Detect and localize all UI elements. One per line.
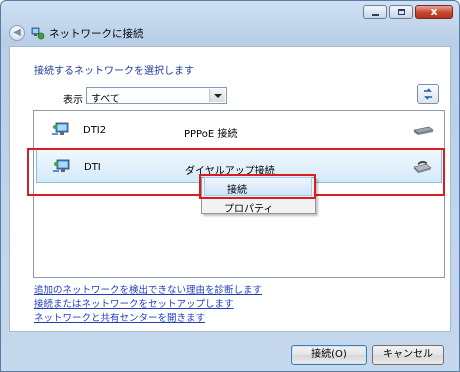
refresh-icon <box>424 88 432 100</box>
window-title: ネットワークに接続 <box>49 27 144 40</box>
link-network-center[interactable]: ネットワークと共有センターを開きます <box>34 310 205 324</box>
show-label: 表示 <box>63 95 83 106</box>
network-connect-icon <box>31 26 45 40</box>
close-button[interactable]: x <box>415 5 453 19</box>
cancel-button[interactable]: キャンセル <box>372 345 444 365</box>
network-name: DTI2 <box>83 125 107 136</box>
broadband-connection-icon <box>52 122 69 135</box>
close-icon: x <box>430 5 438 18</box>
link-diagnose[interactable]: 追加のネットワークを検出できない理由を診断します <box>34 282 262 296</box>
network-filter-select[interactable]: すべて <box>86 87 227 105</box>
caption-buttons: x <box>363 5 453 19</box>
back-arrow-icon: ◀ <box>13 27 21 38</box>
minimize-button[interactable] <box>363 5 387 19</box>
connect-button[interactable]: 接続(O) <box>291 345 367 365</box>
back-button[interactable]: ◀ <box>9 25 25 41</box>
maximize-button[interactable] <box>389 5 413 19</box>
maximize-icon <box>398 9 405 15</box>
button-bar: 接続(O) キャンセル <box>0 331 460 372</box>
filter-value: すべて <box>91 94 120 105</box>
link-setup-connection[interactable]: 接続またはネットワークをセットアップします <box>34 296 234 310</box>
menu-item-properties[interactable]: プロパティ <box>224 200 273 215</box>
minimize-icon <box>372 14 379 16</box>
page-heading: 接続するネットワークを選択します <box>34 66 194 77</box>
network-row-dti2[interactable]: DTI2 PPPoE 接続 <box>36 113 442 147</box>
refresh-button[interactable] <box>417 84 439 104</box>
broadband-device-icon <box>413 126 434 135</box>
network-type: PPPoE 接続 <box>184 129 238 140</box>
chevron-down-icon <box>209 89 225 102</box>
title-row: ◀ ネットワークに接続 <box>9 23 144 43</box>
highlight-frame-menu <box>199 174 316 199</box>
